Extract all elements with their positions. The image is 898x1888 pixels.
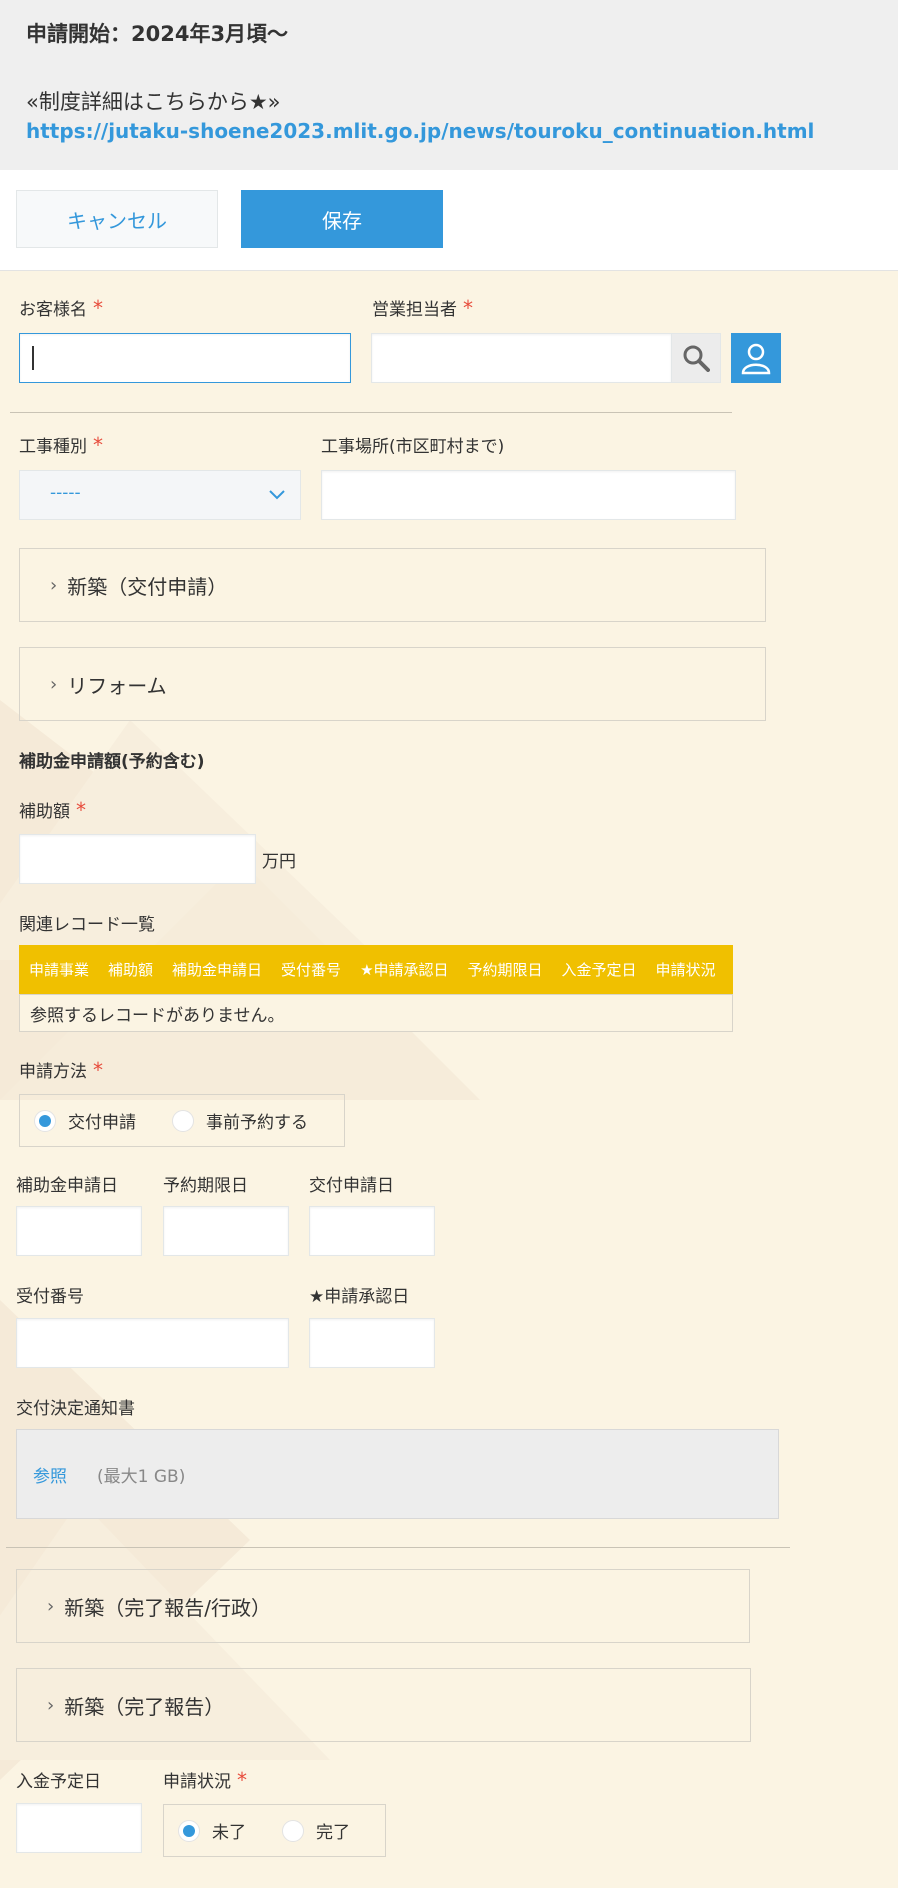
reservation-deadline-label: 予約期限日	[163, 1176, 248, 1196]
work-type-select[interactable]: -----	[19, 470, 301, 520]
column-header: 申請事業	[29, 961, 90, 979]
payment-date-input[interactable]	[16, 1803, 142, 1853]
chevron-right-icon: ›	[50, 574, 58, 596]
chevron-down-icon	[269, 490, 285, 500]
divider	[6, 1547, 790, 1548]
radio-pre-reservation[interactable]	[172, 1109, 194, 1132]
column-header: 補助額	[108, 961, 154, 979]
radio-grant-application[interactable]	[34, 1109, 56, 1132]
receipt-number-label: 受付番号	[16, 1287, 84, 1307]
subsidy-amount-input[interactable]	[19, 834, 256, 884]
column-header: 予約期限日	[467, 961, 543, 979]
receipt-number-input[interactable]	[16, 1318, 289, 1368]
grant-application-date-input[interactable]	[309, 1206, 435, 1256]
file-upload-area: 参照 (最大1 GB)	[16, 1429, 779, 1519]
column-header: 申請状況	[655, 961, 716, 979]
divider	[10, 412, 732, 413]
section-title: 補助金申請額(予約含む)	[19, 752, 205, 772]
approval-date-label: ★申請承認日	[309, 1287, 410, 1307]
application-start-text: 申請開始：2024年3月頃〜	[26, 22, 289, 46]
group-reform[interactable]: › リフォーム	[19, 647, 766, 721]
approval-date-input[interactable]	[309, 1318, 435, 1368]
work-location-input[interactable]	[321, 470, 736, 520]
subsidy-amount-label: 補助額 *	[19, 798, 86, 822]
max-size-text: (最大1 GB)	[97, 1466, 186, 1487]
radio-label[interactable]: 事前予約する	[206, 1108, 308, 1133]
subsidy-application-date-input[interactable]	[16, 1206, 142, 1256]
subsidy-application-date-label: 補助金申請日	[16, 1176, 118, 1196]
group-title: 新築（完了報告/行政）	[64, 1595, 271, 1620]
radio-status-incomplete[interactable]	[178, 1819, 200, 1842]
status-label: 申請状況 *	[163, 1768, 247, 1792]
column-header: 受付番号	[281, 961, 342, 979]
user-icon	[741, 343, 771, 375]
chevron-right-icon: ›	[50, 673, 58, 695]
group-title: リフォーム	[67, 673, 167, 698]
details-link[interactable]: https://jutaku-shoene2023.mlit.go.jp/new…	[26, 119, 814, 143]
grant-notice-label: 交付決定通知書	[16, 1399, 135, 1419]
empty-message: 参照するレコードがありません。	[30, 1005, 285, 1026]
sales-rep-input[interactable]	[371, 333, 672, 383]
radio-label[interactable]: 完了	[316, 1818, 350, 1843]
group-title: 新築（完了報告）	[64, 1694, 225, 1719]
search-button[interactable]	[671, 333, 721, 383]
column-header: ★申請承認日	[360, 961, 449, 979]
work-location-label: 工事場所(市区町村まで)	[321, 437, 505, 457]
related-records-empty-row: 参照するレコードがありません。	[19, 994, 733, 1032]
radio-label[interactable]: 交付申請	[68, 1108, 136, 1133]
radio-label[interactable]: 未了	[212, 1818, 246, 1843]
details-text: «制度詳細はこちらから★»	[26, 90, 281, 114]
text-caret	[32, 346, 34, 370]
group-new-build-grant[interactable]: › 新築（交付申請）	[19, 548, 766, 622]
browse-link[interactable]: 参照	[33, 1462, 67, 1487]
search-icon	[683, 345, 710, 372]
column-header: 入金予定日	[561, 961, 637, 979]
group-new-build-completion-admin[interactable]: › 新築（完了報告/行政）	[16, 1569, 750, 1643]
chevron-right-icon: ›	[47, 1595, 55, 1617]
work-type-label: 工事種別 *	[19, 433, 103, 457]
cancel-button[interactable]: キャンセル	[16, 190, 218, 248]
application-method-label: 申請方法 *	[19, 1058, 103, 1082]
chevron-right-icon: ›	[47, 1694, 55, 1716]
payment-date-label: 入金予定日	[16, 1772, 101, 1792]
group-new-build-completion[interactable]: › 新築（完了報告）	[16, 1668, 751, 1742]
save-button[interactable]: 保存	[241, 190, 443, 248]
toolbar: キャンセル 保存	[0, 170, 898, 271]
column-header: 補助金申請日	[172, 961, 263, 979]
customer-name-label: お客様名 *	[19, 296, 103, 320]
work-type-value: -----	[50, 483, 81, 503]
related-records-label: 関連レコード一覧	[19, 915, 155, 935]
user-select-button[interactable]	[731, 333, 781, 383]
reservation-deadline-input[interactable]	[163, 1206, 289, 1256]
application-method-radios: 交付申請 事前予約する	[19, 1094, 345, 1147]
status-radios: 未了 完了	[163, 1804, 386, 1857]
grant-application-date-label: 交付申請日	[309, 1176, 394, 1196]
group-title: 新築（交付申請）	[67, 574, 228, 599]
customer-name-input[interactable]	[19, 333, 351, 383]
radio-status-complete[interactable]	[282, 1819, 304, 1842]
subsidy-amount-unit: 万円	[262, 852, 296, 872]
notice-banner: 申請開始：2024年3月頃〜 «制度詳細はこちらから★» https://jut…	[0, 0, 898, 170]
related-records-header: 申請事業 補助額 補助金申請日 受付番号 ★申請承認日 予約期限日 入金予定日 …	[19, 945, 733, 994]
sales-rep-label: 営業担当者 *	[372, 296, 473, 320]
